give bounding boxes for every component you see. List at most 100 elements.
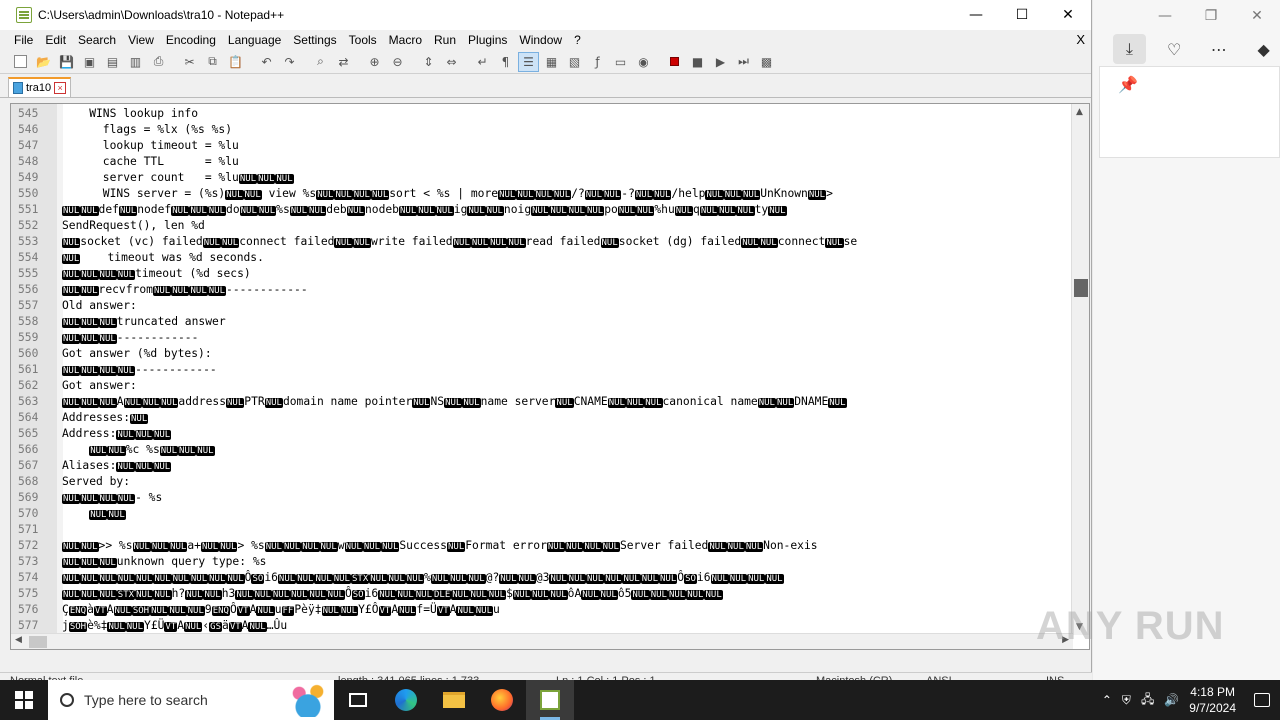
editor-line[interactable]: 550 WINS server = (%s)NUL NUL view %sNUL N… bbox=[11, 186, 1071, 202]
editor-line[interactable]: 551 NUL NULdefNULnodefNUL NUL NULdoNUL NUL%sN… bbox=[11, 202, 1071, 218]
run-macro-multiple-icon[interactable]: ⏭ bbox=[733, 52, 754, 72]
maximize-button[interactable]: ☐ bbox=[999, 0, 1045, 30]
editor-line[interactable]: 574 NUL NUL NUL NUL NUL NUL NUL NUL NUL NULÔSOi6NU… bbox=[11, 570, 1071, 586]
vertical-scroll-thumb[interactable] bbox=[1074, 279, 1088, 297]
menu-tools[interactable]: Tools bbox=[343, 33, 383, 47]
replace-icon[interactable]: ⇄ bbox=[333, 52, 354, 72]
tab-tra10[interactable]: tra10 × bbox=[8, 77, 72, 97]
editor-line[interactable]: 569 NUL NUL NUL NUL- %s bbox=[11, 490, 1071, 506]
tab-close-icon[interactable]: × bbox=[54, 82, 67, 94]
copy-icon[interactable]: ⧉ bbox=[202, 52, 223, 72]
downloads-icon[interactable]: ⤓ bbox=[1113, 34, 1146, 64]
save-macro-icon[interactable]: ▩ bbox=[756, 52, 777, 72]
browser-close-button[interactable]: ✕ bbox=[1234, 0, 1280, 32]
editor-line[interactable]: 553 NULsocket (vc) failedNUL NULconnect fa… bbox=[11, 234, 1071, 250]
editor-area[interactable]: 545 WINS lookup info 546 flags = %lx (%s … bbox=[10, 103, 1090, 650]
copilot-icon[interactable]: ◆ bbox=[1247, 34, 1280, 64]
sync-vertical-icon[interactable]: ⇕ bbox=[418, 52, 439, 72]
menu-view[interactable]: View bbox=[122, 33, 160, 47]
menu-settings[interactable]: Settings bbox=[287, 33, 342, 47]
monitoring-icon[interactable]: ◉ bbox=[633, 52, 654, 72]
zoom-out-icon[interactable]: ⊖ bbox=[387, 52, 408, 72]
firefox-taskbar-button[interactable] bbox=[478, 680, 526, 720]
save-icon[interactable]: 💾 bbox=[56, 52, 77, 72]
editor-line[interactable]: 562 Got answer: bbox=[11, 378, 1071, 394]
editor-line[interactable]: 549 server count = %luNUL NUL NUL bbox=[11, 170, 1071, 186]
indent-guide-icon[interactable]: ☰ bbox=[518, 51, 539, 72]
word-wrap-icon[interactable]: ↵ bbox=[472, 52, 493, 72]
editor-line[interactable]: 555 NUL NUL NUL NULtimeout (%d secs) bbox=[11, 266, 1071, 282]
editor-line[interactable]: 546 flags = %lx (%s %s) bbox=[11, 122, 1071, 138]
close-file-icon[interactable]: ▤ bbox=[102, 52, 123, 72]
close-button[interactable]: ✕ bbox=[1045, 0, 1091, 30]
file-explorer-taskbar-button[interactable] bbox=[430, 680, 478, 720]
editor-line[interactable]: 557 Old answer: bbox=[11, 298, 1071, 314]
horizontal-scroll-thumb[interactable] bbox=[29, 636, 47, 648]
menu-help[interactable]: ? bbox=[568, 33, 587, 47]
editor-line[interactable]: 552 SendRequest(), len %d bbox=[11, 218, 1071, 234]
menu-run[interactable]: Run bbox=[428, 33, 462, 47]
scroll-up-icon[interactable]: ▲ bbox=[1076, 107, 1083, 117]
editor-line[interactable]: 554 NUL timeout was %d seconds. bbox=[11, 250, 1071, 266]
folder-workspace-icon[interactable]: ▭ bbox=[610, 52, 631, 72]
editor-line[interactable]: 548 cache TTL = %lu bbox=[11, 154, 1071, 170]
minimize-button[interactable]: — bbox=[953, 0, 999, 30]
editor-line[interactable]: 547 lookup timeout = %lu bbox=[11, 138, 1071, 154]
start-button[interactable] bbox=[0, 680, 48, 720]
security-icon[interactable]: ⛨ bbox=[1122, 693, 1131, 708]
network-icon[interactable]: 🖧 bbox=[1141, 690, 1154, 711]
document-map-icon[interactable]: ▧ bbox=[564, 52, 585, 72]
notepadpp-taskbar-button[interactable] bbox=[526, 680, 574, 720]
record-macro-icon[interactable] bbox=[664, 52, 685, 72]
chevron-up-icon[interactable]: ⌃ bbox=[1102, 693, 1112, 707]
taskbar-search-box[interactable]: Type here to search bbox=[48, 680, 334, 720]
editor-line[interactable]: 575 NUL NUL NUL STX NUL NULh?NUL NULh3NUL NUL NUL… bbox=[11, 586, 1071, 602]
more-options-icon[interactable]: ⋯ bbox=[1203, 34, 1236, 64]
zoom-in-icon[interactable]: ⊕ bbox=[364, 52, 385, 72]
menu-encoding[interactable]: Encoding bbox=[160, 33, 222, 47]
menu-file[interactable]: File bbox=[8, 33, 39, 47]
menu-language[interactable]: Language bbox=[222, 33, 287, 47]
editor-line[interactable]: 571 bbox=[11, 522, 1071, 538]
editor-line[interactable]: 563 NUL NUL NULANUL NUL NULaddressNULPTRNULdo… bbox=[11, 394, 1071, 410]
edge-taskbar-button[interactable] bbox=[382, 680, 430, 720]
scroll-left-icon[interactable]: ◀ bbox=[15, 635, 22, 645]
editor-line[interactable]: 561 NUL NUL NUL NUL------------ bbox=[11, 362, 1071, 378]
editor-line[interactable]: 567 Aliases:NUL NUL NUL bbox=[11, 458, 1071, 474]
editor-line[interactable]: 556 NUL NULrecvfromNUL NUL NUL NUL-----------… bbox=[11, 282, 1071, 298]
volume-icon[interactable]: 🔊 bbox=[1164, 693, 1179, 707]
editor-line[interactable]: 558 NUL NUL NULtruncated answer bbox=[11, 314, 1071, 330]
show-all-chars-icon[interactable]: ¶ bbox=[495, 52, 516, 72]
cut-icon[interactable]: ✂ bbox=[179, 52, 200, 72]
menu-plugins[interactable]: Plugins bbox=[462, 33, 513, 47]
browser-minimize-button[interactable]: — bbox=[1142, 0, 1188, 32]
editor-line[interactable]: 568 Served by: bbox=[11, 474, 1071, 490]
task-view-button[interactable] bbox=[334, 680, 382, 720]
editor-line[interactable]: 572 NUL NUL>> %sNUL NUL NULa+NUL NUL> %sNUL NU… bbox=[11, 538, 1071, 554]
menu-search[interactable]: Search bbox=[72, 33, 122, 47]
close-document-button[interactable]: X bbox=[1076, 32, 1085, 47]
sync-horizontal-icon[interactable]: ⇔ bbox=[441, 52, 462, 72]
clock[interactable]: 4:18 PM 9/7/2024 bbox=[1189, 684, 1236, 716]
notification-icon[interactable] bbox=[1254, 693, 1270, 707]
browser-restore-button[interactable]: ❐ bbox=[1188, 0, 1234, 32]
editor-line[interactable]: 566 NUL NUL%c %sNUL NUL NUL bbox=[11, 442, 1071, 458]
editor-line[interactable]: 564 Addresses:NUL bbox=[11, 410, 1071, 426]
menu-window[interactable]: Window bbox=[513, 33, 568, 47]
redo-icon[interactable]: ↷ bbox=[279, 52, 300, 72]
undo-icon[interactable]: ↶ bbox=[256, 52, 277, 72]
menu-macro[interactable]: Macro bbox=[383, 33, 428, 47]
editor-line[interactable]: 559 NUL NUL NUL------------ bbox=[11, 330, 1071, 346]
stop-macro-icon[interactable]: ■ bbox=[687, 52, 708, 72]
menu-edit[interactable]: Edit bbox=[39, 33, 72, 47]
function-list-icon[interactable]: ƒ bbox=[587, 52, 608, 72]
find-icon[interactable]: ⌕ bbox=[310, 52, 331, 72]
editor-line[interactable]: 560 Got answer (%d bytes): bbox=[11, 346, 1071, 362]
editor-line[interactable]: 565 Address:NUL NUL NUL bbox=[11, 426, 1071, 442]
print-icon[interactable]: ⎙ bbox=[148, 52, 169, 72]
close-all-icon[interactable]: ▥ bbox=[125, 52, 146, 72]
editor-line[interactable]: 573 NUL NUL NULunknown query type: %s bbox=[11, 554, 1071, 570]
paste-icon[interactable]: 📋 bbox=[225, 52, 246, 72]
play-macro-icon[interactable]: ▶ bbox=[710, 52, 731, 72]
pin-icon[interactable]: 📌 bbox=[1118, 75, 1138, 94]
